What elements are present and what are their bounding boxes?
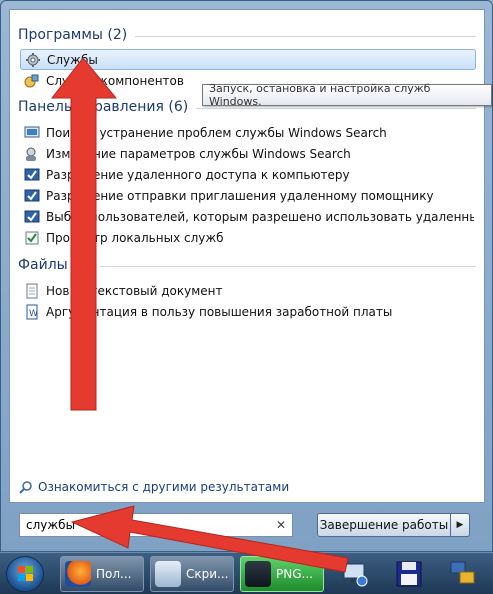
result-item-cp-5[interactable]: Выбор пользователей, которым разрешено и…: [24, 206, 474, 227]
search-input[interactable]: [26, 518, 266, 532]
search-field[interactable]: ✕: [19, 513, 293, 537]
local-services-icon: [24, 230, 40, 246]
result-item-label: Службы: [47, 52, 98, 67]
services-gear-icon: [25, 52, 41, 68]
result-item-label: Разрешение отправки приглашения удаленно…: [46, 188, 434, 203]
result-item-label: Аргументация в пользу повышения заработн…: [46, 304, 393, 319]
result-item-label: Просмотр локальных служб: [46, 230, 224, 245]
taskbar-button-label: Скри...: [186, 567, 229, 581]
windows-logo-icon: [18, 566, 33, 581]
text-document-icon: [24, 283, 40, 299]
result-item-services[interactable]: Службы: [20, 49, 476, 70]
clear-search-icon[interactable]: ✕: [276, 518, 286, 532]
result-item-cp-4[interactable]: Разрешение отправки приглашения удаленно…: [24, 185, 474, 206]
divider: [100, 266, 476, 267]
taskbar-button-firefox[interactable]: Пол...: [60, 556, 144, 592]
result-item-label: Новый текстовый документ: [46, 283, 223, 298]
divider: [196, 108, 476, 109]
files-header-label: Файлы (2): [18, 257, 93, 273]
programs-header-label: Программы (2): [18, 27, 128, 43]
result-item-cp-2[interactable]: Изменение параметров службы Windows Sear…: [24, 143, 474, 164]
start-button[interactable]: [6, 556, 44, 592]
control-panel-header-label: Панель управления (6): [18, 99, 189, 115]
floppy-save-icon[interactable]: [394, 559, 424, 589]
see-more-results-link[interactable]: Ознакомиться с другими результатами: [19, 478, 289, 496]
result-item-label: Службы компонентов: [46, 73, 184, 88]
png-tool-icon: [245, 561, 271, 587]
taskbar-button-png[interactable]: PNG...: [240, 556, 324, 592]
system-checkbox-icon: [24, 188, 40, 204]
system-checkbox-icon: [24, 209, 40, 225]
svg-text:W: W: [29, 309, 38, 319]
see-more-results-label: Ознакомиться с другими результатами: [38, 480, 290, 494]
shutdown-options-button[interactable]: ▶: [450, 513, 470, 537]
result-item-cp-1[interactable]: Поиск и устранение проблем службы Window…: [24, 122, 474, 143]
word-document-icon: W: [24, 304, 40, 320]
result-item-file-1[interactable]: Новый текстовый документ: [24, 280, 474, 301]
programs-group-header[interactable]: Программы (2): [18, 24, 476, 46]
remote-desktop-icon[interactable]: [448, 559, 478, 589]
result-item-label: Поиск и устранение проблем службы Window…: [46, 125, 387, 140]
magnifier-icon: [19, 480, 33, 494]
troubleshoot-icon: [24, 125, 40, 141]
firefox-icon: [65, 561, 91, 587]
divider: [135, 36, 476, 37]
tooltip: Запуск, остановка и настройка служб Wind…: [202, 82, 492, 108]
taskbar: Пол... Скри... PNG...: [0, 552, 493, 594]
indexing-user-icon: [24, 146, 40, 162]
shutdown-button[interactable]: Завершение работы: [317, 513, 451, 537]
result-item-cp-3[interactable]: Разрешение удаленного доступа к компьюте…: [24, 164, 474, 185]
taskbar-button-snipping[interactable]: Скри...: [150, 556, 234, 592]
network-tray-icon[interactable]: [340, 559, 370, 589]
files-group-header[interactable]: Файлы (2): [18, 254, 476, 276]
result-item-cp-6[interactable]: Просмотр локальных служб: [24, 227, 474, 248]
result-item-label: Разрешение удаленного доступа к компьюте…: [46, 167, 350, 182]
result-item-label: Выбор пользователей, которым разрешено и…: [46, 209, 474, 224]
system-checkbox-icon: [24, 167, 40, 183]
scissors-icon: [155, 561, 181, 587]
result-item-label: Изменение параметров службы Windows Sear…: [46, 146, 351, 161]
start-menu: Программы (2) Службы Службы компонентов …: [0, 0, 493, 552]
taskbar-button-label: Пол...: [96, 567, 132, 581]
component-services-icon: [24, 73, 40, 89]
taskbar-button-label: PNG...: [276, 567, 313, 581]
result-item-file-2[interactable]: W Аргументация в пользу повышения зарабо…: [24, 301, 474, 322]
